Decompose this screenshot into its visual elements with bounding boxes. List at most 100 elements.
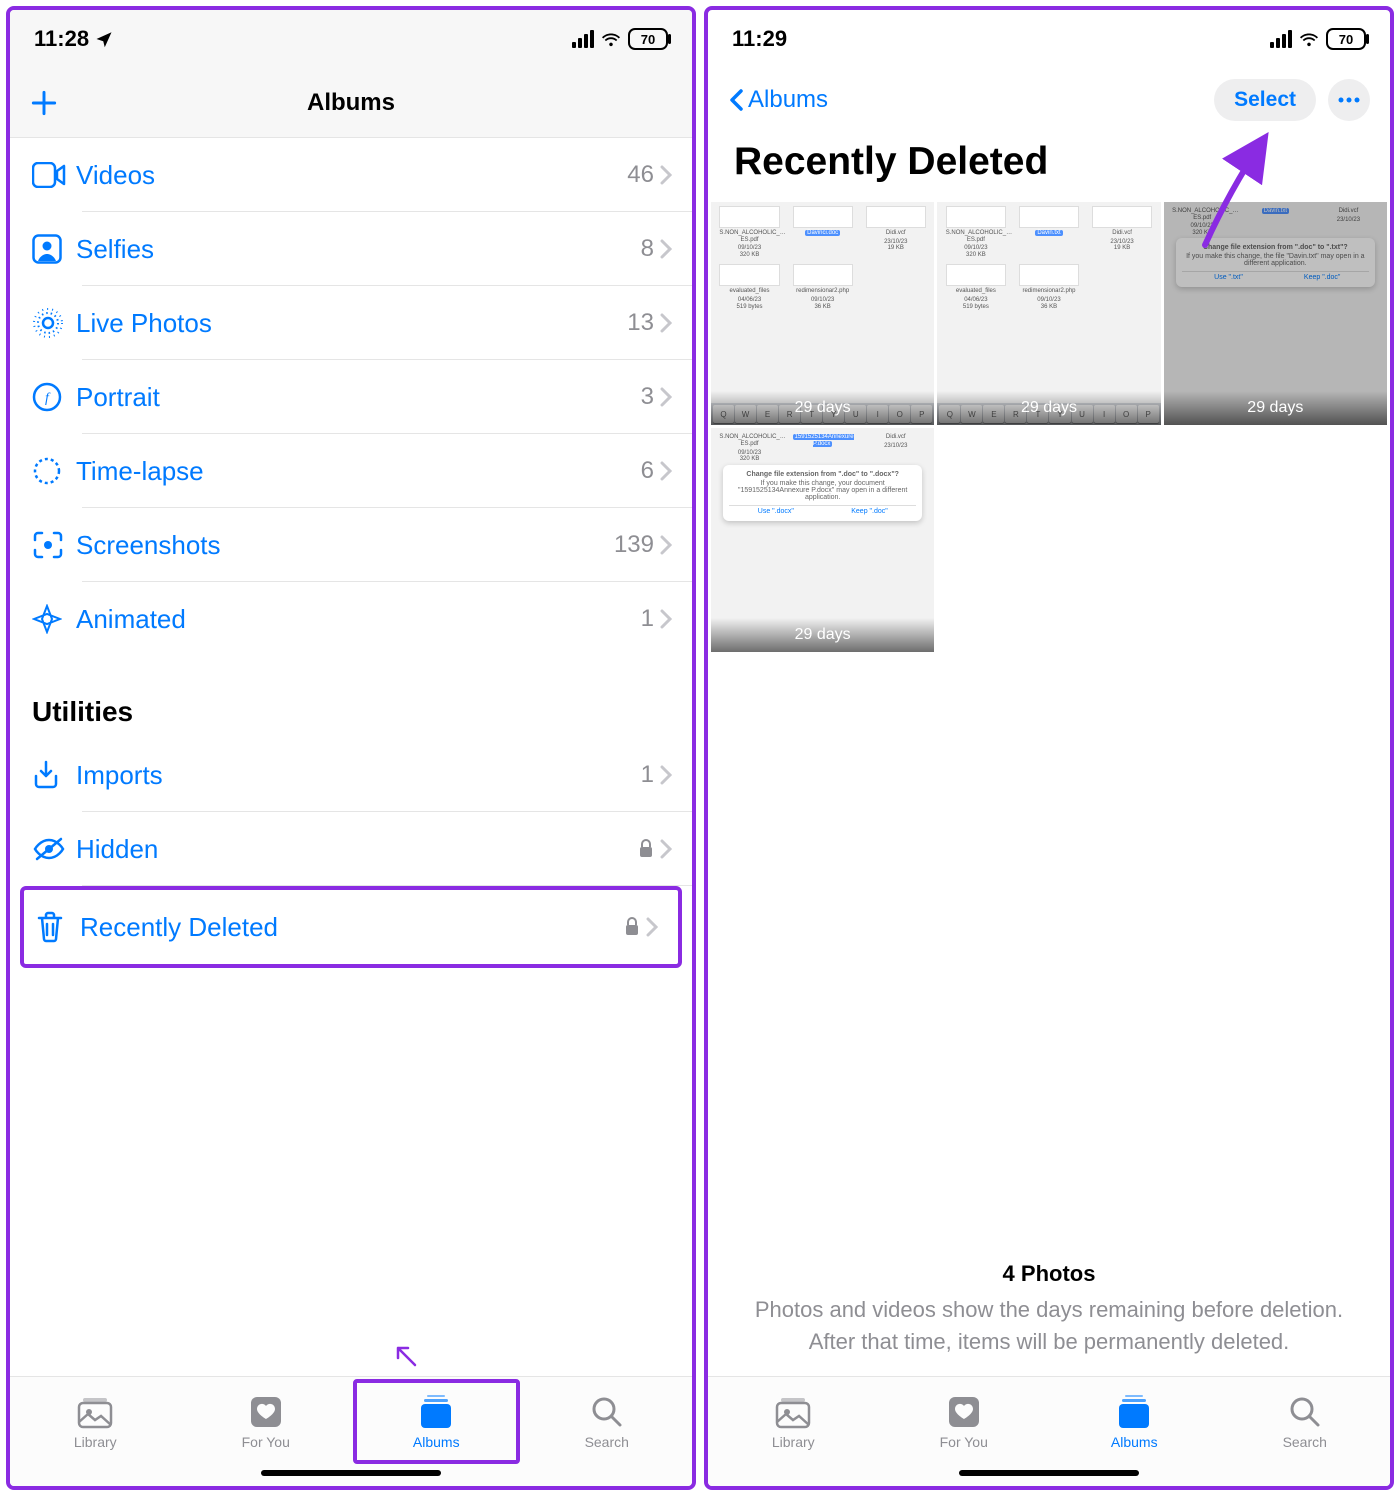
albums-list: Videos 46 Selfies 8 Live Photos 13 f	[10, 138, 692, 1376]
tab-label: Albums	[413, 1434, 460, 1450]
tab-library[interactable]: Library	[708, 1377, 879, 1466]
wifi-icon	[600, 30, 622, 48]
row-animated[interactable]: Animated 1	[10, 582, 692, 656]
albums-icon	[416, 1394, 456, 1430]
annotation-arrow	[390, 1340, 420, 1370]
screenshot-icon	[32, 531, 76, 559]
row-count: 1	[641, 761, 654, 789]
chevron-right-icon	[660, 609, 672, 629]
tab-label: Search	[585, 1434, 629, 1450]
row-label: Hidden	[76, 834, 638, 865]
tab-label: Albums	[1111, 1434, 1158, 1450]
cellular-signal-icon	[1270, 30, 1292, 48]
lock-icon	[624, 917, 640, 937]
home-indicator	[261, 1470, 441, 1476]
eye-slash-icon	[32, 836, 76, 862]
tab-albums[interactable]: Albums	[351, 1377, 522, 1466]
foryou-icon	[248, 1394, 284, 1430]
row-portrait[interactable]: f Portrait 3	[10, 360, 692, 434]
footer-info: 4 Photos Photos and videos show the days…	[708, 1248, 1390, 1376]
nav-bar: Albums Select	[708, 68, 1390, 132]
photo-thumbnail[interactable]: S.NON_ALCOHOLIC_…ES.pdf09/10/23320 KB 15…	[711, 428, 934, 651]
chevron-right-icon	[660, 239, 672, 259]
tab-search[interactable]: Search	[1220, 1377, 1391, 1466]
row-label: Screenshots	[76, 530, 614, 561]
chevron-right-icon	[660, 535, 672, 555]
tab-label: Library	[74, 1434, 117, 1450]
aperture-icon: f	[32, 382, 76, 412]
search-icon	[1288, 1394, 1322, 1430]
photo-thumbnail[interactable]: S.NON_ALCOHOLIC_…ES.pdf09/10/23320 KB Da…	[1164, 202, 1387, 425]
tab-search[interactable]: Search	[522, 1377, 693, 1466]
row-imports[interactable]: Imports 1	[10, 738, 692, 812]
photo-count: 4 Photos	[748, 1258, 1350, 1290]
row-count: 1	[641, 605, 654, 633]
row-label: Live Photos	[76, 308, 627, 339]
row-label: Selfies	[76, 234, 641, 265]
left-phone-frame: 11:28 70 Albums Videos	[6, 6, 696, 1490]
live-photos-icon	[32, 307, 76, 339]
row-live-photos[interactable]: Live Photos 13	[10, 286, 692, 360]
tab-foryou[interactable]: For You	[879, 1377, 1050, 1466]
nav-bar: Albums	[10, 68, 692, 138]
row-label: Recently Deleted	[80, 912, 624, 943]
page-title: Recently Deleted	[708, 132, 1390, 202]
row-count: 8	[641, 235, 654, 263]
battery-icon: 70	[628, 28, 668, 50]
ellipsis-icon	[1338, 97, 1360, 103]
wifi-icon	[1298, 30, 1320, 48]
row-count: 6	[641, 457, 654, 485]
utilities-header: Utilities	[10, 656, 692, 738]
row-videos[interactable]: Videos 46	[10, 138, 692, 212]
row-label: Animated	[76, 604, 641, 635]
status-time: 11:28	[34, 26, 89, 52]
row-selfies[interactable]: Selfies 8	[10, 212, 692, 286]
chevron-right-icon	[660, 165, 672, 185]
home-indicator	[959, 1470, 1139, 1476]
tab-albums[interactable]: Albums	[1049, 1377, 1220, 1466]
lock-icon	[638, 839, 654, 859]
svg-text:f: f	[45, 391, 51, 406]
albums-icon	[1114, 1394, 1154, 1430]
chevron-right-icon	[660, 765, 672, 785]
row-timelapse[interactable]: Time-lapse 6	[10, 434, 692, 508]
cellular-signal-icon	[572, 30, 594, 48]
row-count: 3	[641, 383, 654, 411]
tab-label: For You	[940, 1434, 988, 1450]
battery-icon: 70	[1326, 28, 1366, 50]
more-button[interactable]	[1328, 79, 1370, 121]
days-remaining-label: 29 days	[1164, 391, 1387, 425]
photo-thumbnail[interactable]: S.NON_ALCOHOLIC_…ES.pdf09/10/23320 KB Da…	[711, 202, 934, 425]
status-bar: 11:28 70	[10, 10, 692, 68]
days-remaining-label: 29 days	[711, 618, 934, 652]
trash-icon	[36, 911, 80, 943]
highlight-recently-deleted: Recently Deleted	[20, 886, 682, 968]
search-icon	[590, 1394, 624, 1430]
status-time: 11:29	[732, 26, 787, 52]
tab-foryou[interactable]: For You	[181, 1377, 352, 1466]
timelapse-icon	[32, 456, 76, 486]
chevron-left-icon	[728, 88, 744, 112]
library-icon	[75, 1394, 115, 1430]
foryou-icon	[946, 1394, 982, 1430]
row-recently-deleted[interactable]: Recently Deleted	[24, 890, 678, 964]
photo-thumbnail[interactable]: S.NON_ALCOHOLIC_…ES.pdf09/10/23320 KB Da…	[937, 202, 1160, 425]
tab-library[interactable]: Library	[10, 1377, 181, 1466]
location-icon	[95, 30, 113, 48]
select-button[interactable]: Select	[1214, 79, 1316, 121]
chevron-right-icon	[660, 839, 672, 859]
row-screenshots[interactable]: Screenshots 139	[10, 508, 692, 582]
row-count: 13	[627, 309, 654, 337]
import-icon	[32, 760, 76, 790]
back-label: Albums	[748, 86, 828, 114]
row-hidden[interactable]: Hidden	[10, 812, 692, 886]
row-label: Imports	[76, 760, 641, 791]
nav-title: Albums	[307, 89, 395, 117]
row-label: Portrait	[76, 382, 641, 413]
status-bar: 11:29 70	[708, 10, 1390, 68]
person-square-icon	[32, 234, 76, 264]
add-album-button[interactable]	[28, 87, 60, 119]
back-button[interactable]: Albums	[728, 86, 828, 114]
chevron-right-icon	[660, 387, 672, 407]
chevron-right-icon	[660, 461, 672, 481]
